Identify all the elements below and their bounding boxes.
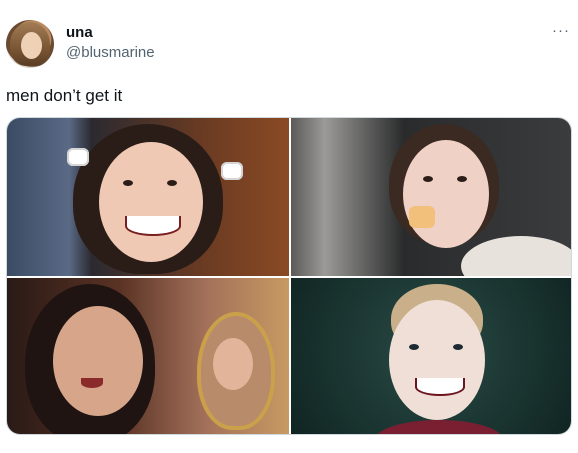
image-smile [125, 216, 181, 236]
profile-avatar-icon[interactable] [6, 20, 54, 68]
bow-icon [67, 148, 89, 166]
user-handle[interactable]: @blusmarine [66, 44, 155, 61]
image-collar [375, 420, 503, 434]
avatar-face [21, 32, 42, 59]
image-face [403, 140, 489, 248]
image-face [389, 300, 485, 420]
image-lips [81, 378, 103, 388]
mirror-reflection-face [213, 338, 253, 390]
image-eye-right [457, 176, 467, 182]
bow-icon [221, 162, 243, 180]
image-face [99, 142, 203, 262]
media-image-2[interactable] [291, 118, 571, 276]
more-options-icon[interactable]: ··· [552, 22, 570, 39]
image-shoulder [461, 236, 571, 276]
image-eye-left [423, 176, 433, 182]
media-image-4[interactable] [291, 278, 571, 434]
image-eye-left [123, 180, 133, 186]
makeup-sponge-icon [409, 206, 435, 228]
display-name[interactable]: una [66, 24, 93, 41]
tweet-header: una @blusmarine ··· [6, 20, 572, 70]
image-face [53, 306, 143, 416]
image-eye-left [409, 344, 419, 350]
media-image-3[interactable] [7, 278, 289, 434]
image-eye-right [167, 180, 177, 186]
image-smile [415, 378, 465, 396]
image-eye-right [453, 344, 463, 350]
tweet-text: men don’t get it [6, 86, 123, 105]
media-image-1[interactable] [7, 118, 289, 276]
media-grid [6, 117, 572, 435]
